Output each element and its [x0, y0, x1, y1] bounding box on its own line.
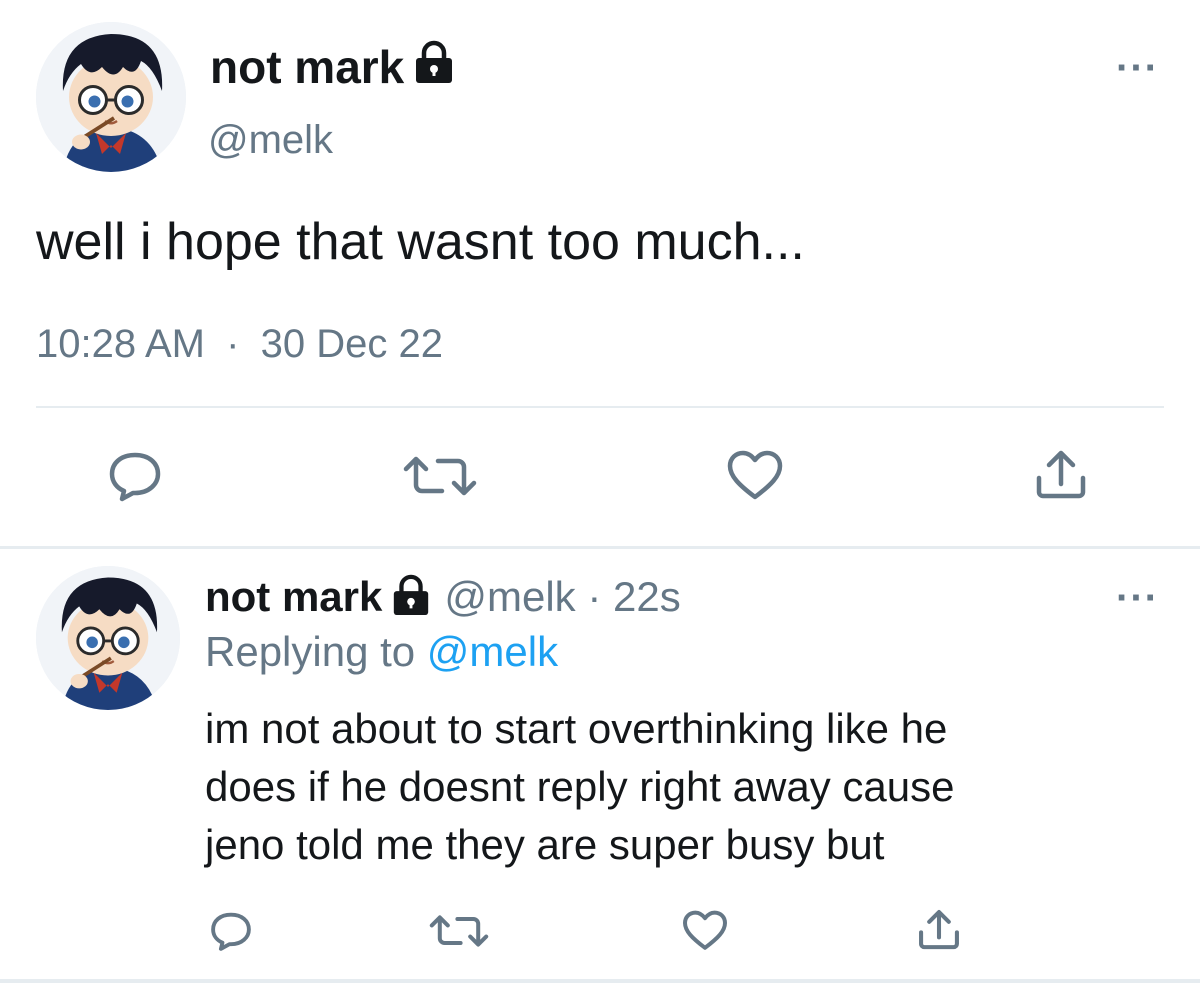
reply-author-avatar[interactable] — [36, 566, 180, 710]
comment-icon — [109, 452, 161, 502]
author-handle[interactable]: @melk — [208, 118, 333, 163]
reply-text-line: im not about to start overthinking like … — [205, 705, 948, 752]
reply-share-button[interactable] — [914, 906, 964, 954]
replying-mention-link[interactable]: @melk — [427, 628, 558, 675]
tweet-timestamp[interactable]: 10:28 AM · 30 Dec 22 — [36, 322, 443, 367]
lock-icon — [412, 39, 456, 96]
reply-text-line: jeno told me they are super busy but — [205, 821, 885, 868]
retweet-icon — [403, 456, 477, 496]
reply-button[interactable] — [102, 448, 168, 504]
heart-icon — [683, 910, 727, 950]
share-icon — [919, 910, 959, 950]
reply-text: im not about to start overthinking like … — [205, 700, 1165, 874]
divider — [36, 406, 1164, 408]
reply-display-name[interactable]: not mark — [205, 573, 382, 621]
tweet-date: 30 Dec 22 — [260, 322, 443, 366]
anime-boy-avatar-icon — [36, 566, 180, 710]
comment-icon — [211, 912, 251, 951]
retweet-icon — [429, 915, 489, 947]
reply-like-button[interactable] — [680, 908, 730, 954]
share-icon — [1036, 450, 1086, 499]
like-button[interactable] — [722, 448, 788, 504]
anime-boy-avatar-icon — [36, 22, 186, 172]
reply-header: not mark @melk · 22s — [205, 572, 681, 622]
author-display-name[interactable]: not mark — [210, 40, 456, 94]
author-avatar[interactable] — [36, 22, 186, 172]
more-options-button[interactable]: ··· — [1116, 48, 1159, 88]
bottom-divider — [0, 979, 1200, 983]
retweet-button[interactable] — [400, 448, 480, 504]
tweet-time: 10:28 AM — [36, 322, 206, 366]
reply-text-line: does if he doesnt reply right away cause — [205, 763, 955, 810]
share-button[interactable] — [1030, 446, 1092, 504]
replying-prefix: Replying to — [205, 628, 416, 675]
lock-icon — [390, 573, 432, 622]
timestamp-separator: · — [226, 322, 240, 366]
reply-handle-time[interactable]: @melk · 22s — [444, 573, 680, 621]
heart-icon — [727, 450, 783, 500]
replying-to: Replying to @melk — [205, 628, 558, 676]
reply-retweet-button[interactable] — [426, 908, 492, 954]
reply-reply-button[interactable] — [205, 908, 257, 954]
display-name-text: not mark — [210, 41, 405, 93]
section-divider — [0, 546, 1200, 549]
tweet-text: well i hope that wasnt too much... — [36, 213, 805, 271]
reply-more-options-button[interactable]: ··· — [1116, 578, 1159, 618]
